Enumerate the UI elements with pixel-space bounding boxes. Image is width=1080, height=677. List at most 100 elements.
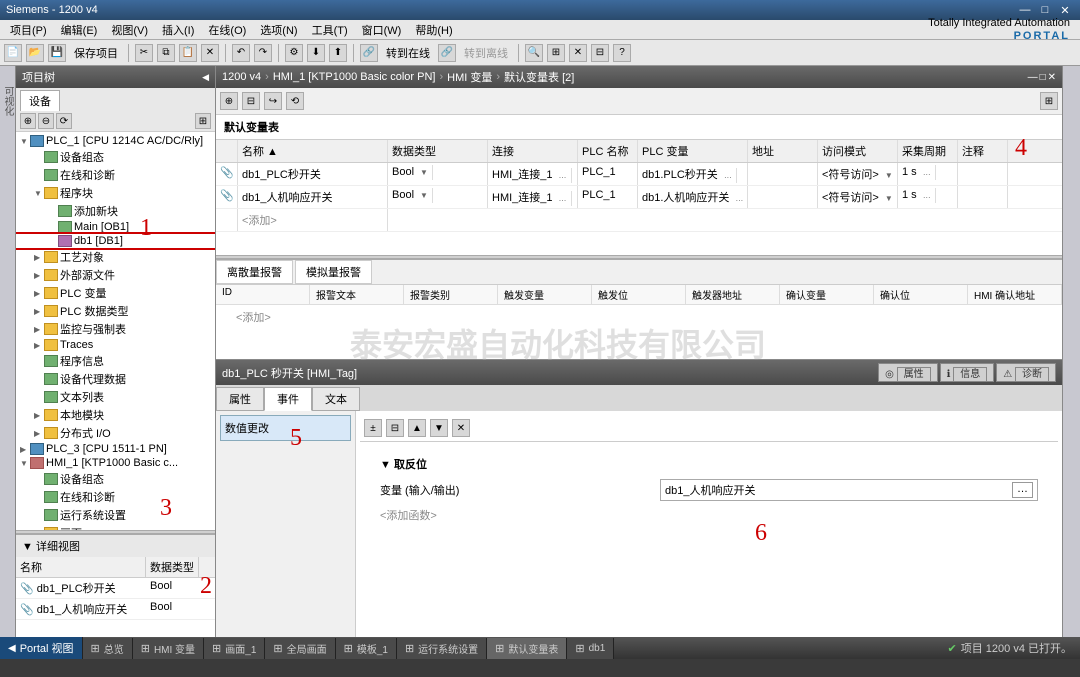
pd-up-icon[interactable]: ▲ — [408, 419, 426, 437]
status-tab[interactable]: ⊞全局画面 — [265, 638, 335, 659]
status-tab[interactable]: ⊞HMI 变量 — [133, 638, 204, 659]
status-tab[interactable]: ⊞总览 — [83, 638, 133, 659]
alarm-col[interactable]: 触发位 — [592, 285, 686, 304]
alarm-tab-discrete[interactable]: 离散量报警 — [216, 260, 293, 284]
search-icon[interactable]: 🔍 — [525, 44, 543, 62]
col-conn[interactable]: 连接 — [488, 140, 578, 162]
tree-node[interactable]: 添加新块 — [16, 202, 215, 220]
col-cycle[interactable]: 采集周期 — [898, 140, 958, 162]
help-icon[interactable]: ? — [613, 44, 631, 62]
et-tool-3[interactable]: ↪ — [264, 92, 282, 110]
pd-clear-icon[interactable]: ⊟ — [386, 419, 404, 437]
alarm-tab-analog[interactable]: 模拟量报警 — [295, 260, 372, 284]
status-tab[interactable]: ⊞运行系统设置 — [397, 638, 487, 659]
close-button[interactable]: ✕ — [1056, 4, 1074, 17]
project-tree[interactable]: ▼PLC_1 [CPU 1214C AC/DC/Rly]设备组态在线和诊断▼程序… — [16, 132, 215, 530]
tree-node[interactable]: ▼PLC_1 [CPU 1214C AC/DC/Rly] — [16, 134, 215, 148]
bc-max-icon[interactable]: □ — [1040, 72, 1046, 83]
copy-icon[interactable]: ⧉ — [157, 44, 175, 62]
maximize-button[interactable]: □ — [1036, 4, 1054, 17]
menu-options[interactable]: 选项(N) — [254, 20, 303, 40]
minimize-button[interactable]: — — [1016, 4, 1034, 17]
tag-row[interactable]: 📎db1_PLC秒开关Bool▼HMI_连接_1…PLC_1db1.PLC秒开关… — [216, 163, 1062, 186]
menu-window[interactable]: 窗口(W) — [356, 20, 408, 40]
status-tab[interactable]: ⊞默认变量表 — [487, 638, 567, 659]
detail-row[interactable]: 📎 db1_人机响应开关Bool — [16, 599, 215, 620]
col-plcname[interactable]: PLC 名称 — [578, 140, 638, 162]
tree-node[interactable]: ▶外部源文件 — [16, 266, 215, 284]
xref-icon[interactable]: ⊞ — [547, 44, 565, 62]
pd-field-input[interactable]: db1_人机响应开关 … — [660, 479, 1038, 501]
pd-down-icon[interactable]: ▼ — [430, 419, 448, 437]
bc-min-icon[interactable]: — — [1028, 72, 1038, 83]
col-plctag[interactable]: PLC 变量 — [638, 140, 748, 162]
col-comment[interactable]: 注释 — [958, 140, 1008, 162]
col-addr[interactable]: 地址 — [748, 140, 818, 162]
status-tab[interactable]: ⊞db1 — [567, 638, 614, 659]
et-tool-2[interactable]: ⊟ — [242, 92, 260, 110]
tree-node[interactable]: ▶监控与强制表 — [16, 320, 215, 338]
tree-node[interactable]: ▼HMI_1 [KTP1000 Basic c... — [16, 456, 215, 470]
tree-node[interactable]: ▶Traces — [16, 338, 215, 352]
devices-tab[interactable]: 设备 — [20, 90, 60, 111]
portal-view-button[interactable]: ◀ Portal 视图 — [0, 637, 83, 659]
tree-tool-3[interactable]: ⟳ — [56, 113, 72, 129]
alarm-col[interactable]: 触发器地址 — [686, 285, 780, 304]
cut-icon[interactable]: ✂ — [135, 44, 153, 62]
menu-tools[interactable]: 工具(T) — [306, 20, 354, 40]
offline-label[interactable]: 转到离线 — [460, 45, 512, 61]
et-tool-4[interactable]: ⟲ — [286, 92, 304, 110]
redo-icon[interactable]: ↷ — [254, 44, 272, 62]
save-icon[interactable]: 💾 — [48, 44, 66, 62]
pd-del-icon[interactable]: ✕ — [452, 419, 470, 437]
alarm-add-row[interactable]: <添加> — [216, 305, 1062, 329]
stop-icon[interactable]: ✕ — [569, 44, 587, 62]
tag-row[interactable]: 📎db1_人机响应开关Bool▼HMI_连接_1…PLC_1db1.人机响应开关… — [216, 186, 1062, 209]
tree-node[interactable]: 在线和诊断 — [16, 488, 215, 506]
menu-project[interactable]: 项目(P) — [4, 20, 53, 40]
go-online-icon[interactable]: 🔗 — [360, 44, 378, 62]
online-label[interactable]: 转到在线 — [382, 45, 434, 61]
panel-collapse-icon[interactable]: ◀ — [202, 72, 209, 83]
status-tab[interactable]: ⊞模板_1 — [336, 638, 397, 659]
tree-node[interactable]: ▶PLC 变量 — [16, 284, 215, 302]
et-layout-icon[interactable]: ⊞ — [1040, 92, 1058, 110]
delete-icon[interactable]: ✕ — [201, 44, 219, 62]
props-rtab-info[interactable]: ℹ 信息 — [940, 363, 995, 382]
split-icon[interactable]: ⊟ — [591, 44, 609, 62]
tree-node[interactable]: ▶分布式 I/O — [16, 424, 215, 442]
tree-node[interactable]: db1 [DB1] — [16, 234, 215, 248]
col-type[interactable]: 数据类型 — [388, 140, 488, 162]
props-tab-text[interactable]: 文本 — [312, 387, 360, 411]
alarm-col[interactable]: HMI 确认地址 — [968, 285, 1062, 304]
tree-node[interactable]: 文本列表 — [16, 388, 215, 406]
menu-online[interactable]: 在线(O) — [202, 20, 252, 40]
tree-tool-1[interactable]: ⊕ — [20, 113, 36, 129]
status-tab[interactable]: ⊞画面_1 — [204, 638, 265, 659]
tree-tool-2[interactable]: ⊖ — [38, 113, 54, 129]
compile-icon[interactable]: ⚙ — [285, 44, 303, 62]
pd-add-function[interactable]: <添加函数> — [380, 507, 660, 523]
menu-insert[interactable]: 插入(I) — [156, 20, 200, 40]
go-offline-icon[interactable]: 🔗 — [438, 44, 456, 62]
col-name[interactable]: 名称 ▲ — [238, 140, 388, 162]
props-tab-events[interactable]: 事件 — [264, 387, 312, 411]
download-icon[interactable]: ⬇ — [307, 44, 325, 62]
alarm-col[interactable]: 报警文本 — [310, 285, 404, 304]
props-nav-value-change[interactable]: 数值更改 — [220, 415, 351, 441]
save-label[interactable]: 保存项目 — [70, 45, 122, 61]
pd-add-icon[interactable]: ± — [364, 419, 382, 437]
alarm-col[interactable]: 报警类别 — [404, 285, 498, 304]
menu-help[interactable]: 帮助(H) — [409, 20, 458, 40]
undo-icon[interactable]: ↶ — [232, 44, 250, 62]
alarm-col[interactable]: 确认位 — [874, 285, 968, 304]
tree-node[interactable]: 设备代理数据 — [16, 370, 215, 388]
tree-node[interactable]: ▶工艺对象 — [16, 248, 215, 266]
tree-node[interactable]: Main [OB1] — [16, 220, 215, 234]
tree-tool-grid[interactable]: ⊞ — [195, 113, 211, 129]
props-tab-properties[interactable]: 属性 — [216, 387, 264, 411]
alarm-col[interactable]: ID — [216, 285, 310, 304]
menu-view[interactable]: 视图(V) — [105, 20, 154, 40]
tree-node[interactable]: 设备组态 — [16, 470, 215, 488]
tree-node[interactable]: 在线和诊断 — [16, 166, 215, 184]
